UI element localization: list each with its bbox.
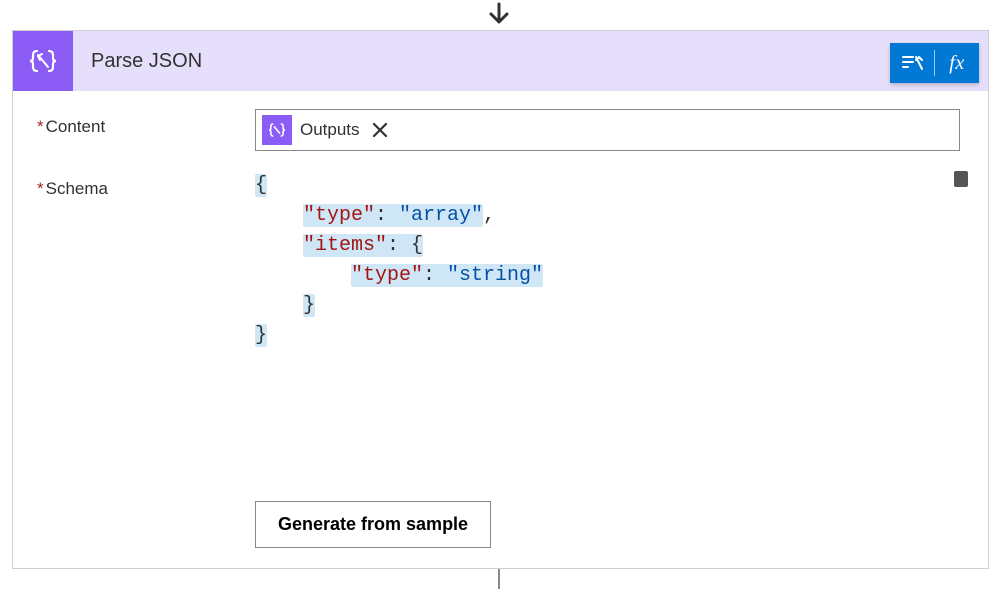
dynamic-content-button[interactable]: [890, 43, 934, 83]
dynamic-content-toolbar: fx: [890, 43, 979, 83]
generate-from-sample-button[interactable]: Generate from sample: [255, 501, 491, 548]
flow-connector-line: [0, 569, 998, 589]
token-remove-button[interactable]: [368, 118, 392, 142]
schema-editor[interactable]: { "type": "array", "items": { "type": "s…: [255, 171, 960, 481]
expression-fx-button[interactable]: fx: [935, 43, 979, 83]
schema-scrollbar[interactable]: [954, 171, 968, 187]
flow-arrow-down-icon: [0, 0, 998, 30]
schema-editor-area: { "type": "array", "items": { "type": "s…: [255, 171, 960, 481]
parse-json-card: Parse JSON fx *Content: [12, 30, 989, 569]
parse-json-icon: [13, 31, 73, 91]
token-json-icon: [262, 115, 292, 145]
card-title: Parse JSON: [73, 50, 202, 73]
outputs-token[interactable]: Outputs: [262, 114, 396, 146]
card-body: *Content Outputs: [13, 91, 988, 568]
schema-row: *Schema { "type": "array", "items": { "t…: [37, 171, 960, 481]
content-row: *Content Outputs: [37, 109, 960, 151]
content-label: *Content: [37, 109, 255, 137]
content-input[interactable]: Outputs: [255, 109, 960, 151]
token-label: Outputs: [292, 120, 368, 140]
card-header[interactable]: Parse JSON fx: [13, 31, 988, 91]
schema-label: *Schema: [37, 171, 255, 199]
